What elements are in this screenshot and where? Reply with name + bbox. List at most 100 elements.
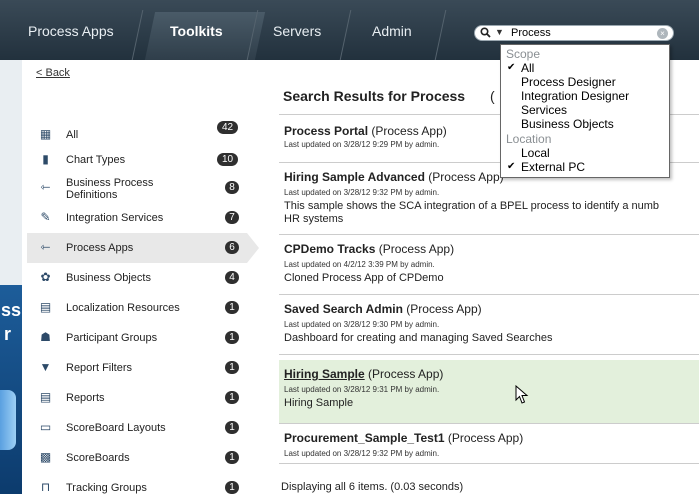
- selected-item-pointer: [247, 233, 259, 263]
- report-icon: ▤: [39, 390, 52, 404]
- results-title-paren: (: [490, 88, 495, 104]
- result-type: (Process App): [424, 170, 504, 184]
- sidebar-item-report-filters[interactable]: ▼ Report Filters 1: [27, 353, 247, 383]
- count-badge: 1: [225, 331, 239, 344]
- chevron-down-icon[interactable]: ▼: [495, 27, 504, 37]
- count-badge: 1: [225, 361, 239, 374]
- results-footer: Displaying all 6 items. (0.03 seconds): [281, 481, 464, 493]
- tab-process-apps[interactable]: Process Apps: [28, 23, 114, 39]
- result-name-link[interactable]: Process Portal: [284, 124, 368, 138]
- nav-separator: [339, 10, 352, 60]
- result-item[interactable]: Procurement_Sample_Test1 (Process App) La…: [279, 424, 699, 464]
- sidebar-item-integration-services[interactable]: ✎ Integration Services 7: [27, 203, 247, 233]
- sidebar-item-localization-resources[interactable]: ▤ Localization Resources 1: [27, 293, 247, 323]
- process-app-icon: ⇽: [40, 240, 51, 254]
- sidebar-item-participant-groups[interactable]: ☗ Participant Groups 1: [27, 323, 247, 353]
- scope-option-business-objects[interactable]: Business Objects: [501, 117, 669, 131]
- background-text: ss: [1, 300, 22, 320]
- count-badge: 1: [225, 451, 239, 464]
- result-title[interactable]: Saved Search Admin (Process App): [284, 302, 482, 316]
- result-meta: Last updated on 3/28/12 9:29 PM by admin…: [284, 140, 440, 149]
- checkmark-icon: ✔: [507, 161, 516, 172]
- count-badge: 4: [225, 271, 239, 284]
- sidebar-item-label: Chart Types: [66, 154, 126, 166]
- result-item[interactable]: Hiring Sample (Process App) Last updated …: [279, 360, 699, 424]
- tab-admin[interactable]: Admin: [372, 23, 412, 39]
- sidebar-item-label: Participant Groups: [66, 332, 158, 344]
- participant-group-icon: ☗: [40, 330, 51, 344]
- sidebar-item-label: Process Apps: [66, 242, 134, 254]
- mouse-cursor-icon: [515, 385, 529, 404]
- sidebar-item-chart-types[interactable]: ▮ Chart Types 10: [27, 145, 247, 175]
- back-link[interactable]: < Back: [36, 67, 70, 79]
- sidebar-item-label: Business Objects: [66, 272, 151, 284]
- result-type: (Process App): [402, 302, 482, 316]
- background-disk-graphic: [0, 390, 16, 450]
- count-badge: 1: [225, 301, 239, 314]
- filter-icon: ▼: [39, 360, 52, 374]
- result-type: (Process App): [368, 124, 447, 138]
- result-description: Cloned Process App of CPDemo: [284, 272, 444, 284]
- result-title[interactable]: Procurement_Sample_Test1 (Process App): [284, 431, 523, 445]
- result-item[interactable]: Saved Search Admin (Process App) Last upd…: [279, 295, 699, 355]
- scope-option-process-designer[interactable]: Process Designer: [501, 75, 669, 89]
- scope-option-integration-designer[interactable]: Integration Designer: [501, 89, 669, 103]
- sidebar-item-scoreboards[interactable]: ▩ ScoreBoards 1: [27, 443, 247, 473]
- result-description: HR systems: [284, 213, 344, 225]
- sidebar-item-label: ScoreBoards: [66, 452, 130, 464]
- result-type: (Process App): [364, 367, 444, 381]
- sidebar-item-label: ScoreBoard Layouts: [66, 422, 166, 434]
- tracking-group-icon: ⊓: [40, 480, 51, 494]
- result-name-link[interactable]: CPDemo Tracks: [284, 242, 375, 256]
- sidebar-item-label: Localization Resources: [66, 302, 180, 314]
- result-meta: Last updated on 4/2/12 3:39 PM by admin.: [284, 260, 435, 269]
- result-title[interactable]: CPDemo Tracks (Process App): [284, 242, 454, 256]
- search-icon[interactable]: [480, 27, 491, 41]
- tab-toolkits[interactable]: Toolkits: [170, 23, 223, 39]
- sidebar-item-label: Business Process Definitions: [66, 177, 154, 201]
- count-badge: 42: [217, 121, 238, 134]
- location-option-local[interactable]: Local: [501, 146, 669, 160]
- sidebar-item-label: Reports: [66, 392, 105, 404]
- result-type: (Process App): [444, 431, 524, 445]
- business-object-icon: ✿: [40, 270, 51, 284]
- result-name-link[interactable]: Saved Search Admin: [284, 302, 403, 316]
- grid-icon: ▦: [39, 127, 52, 141]
- localization-icon: ▤: [39, 300, 52, 314]
- result-name-link[interactable]: Hiring Sample: [284, 367, 365, 381]
- scope-option-all[interactable]: ✔ All: [501, 61, 669, 75]
- result-item[interactable]: CPDemo Tracks (Process App) Last updated …: [279, 235, 699, 295]
- sidebar-item-label: Report Filters: [66, 362, 133, 374]
- result-name-link[interactable]: Hiring Sample Advanced: [284, 170, 425, 184]
- sidebar-item-tracking-groups[interactable]: ⊓ Tracking Groups 1: [27, 473, 247, 494]
- sidebar-item-label: All: [66, 129, 79, 141]
- search-input[interactable]: Process: [511, 27, 551, 39]
- sidebar-item-scoreboard-layouts[interactable]: ▭ ScoreBoard Layouts 1: [27, 413, 247, 443]
- result-meta: Last updated on 3/28/12 9:32 PM by admin…: [284, 449, 440, 458]
- tab-servers[interactable]: Servers: [273, 23, 321, 39]
- background-text: r: [4, 324, 12, 344]
- process-definition-icon: ⇽: [40, 180, 51, 194]
- count-badge: 10: [217, 153, 238, 166]
- result-title[interactable]: Hiring Sample Advanced (Process App): [284, 170, 504, 184]
- result-title[interactable]: Hiring Sample (Process App): [284, 367, 443, 381]
- nav-separator: [434, 10, 447, 60]
- nav-separator: [131, 10, 144, 60]
- count-badge: 1: [225, 481, 239, 494]
- sidebar-item-label: Tracking Groups: [66, 482, 147, 494]
- result-name-link[interactable]: Procurement_Sample_Test1: [284, 431, 445, 445]
- search-box[interactable]: ▼ Process ×: [474, 25, 674, 41]
- sidebar-item-business-process-definitions[interactable]: ⇽ Business Process Definitions 8: [27, 173, 247, 203]
- location-option-external-pc[interactable]: ✔ External PC: [501, 160, 669, 174]
- sidebar-item-label: Integration Services: [66, 212, 164, 224]
- clear-search-icon[interactable]: ×: [657, 28, 668, 39]
- result-title[interactable]: Process Portal (Process App): [284, 124, 447, 138]
- checkmark-icon: ✔: [507, 62, 516, 73]
- scoreboard-icon: ▩: [39, 450, 52, 464]
- count-badge: 1: [225, 391, 239, 404]
- count-badge: 1: [225, 421, 239, 434]
- sidebar-item-business-objects[interactable]: ✿ Business Objects 4: [27, 263, 247, 293]
- sidebar-item-process-apps[interactable]: ⇽ Process Apps 6: [27, 233, 247, 263]
- scope-option-services[interactable]: Services: [501, 103, 669, 117]
- sidebar-item-reports[interactable]: ▤ Reports 1: [27, 383, 247, 413]
